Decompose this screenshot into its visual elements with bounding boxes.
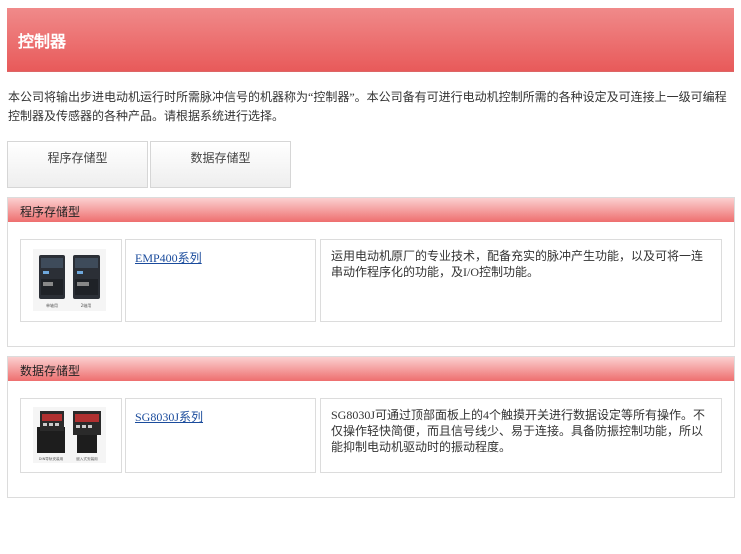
section-header: 程序存储型 [8, 198, 734, 222]
image-caption: 单轴用 [46, 302, 58, 308]
tab-data-storage[interactable]: 数据存储型 [150, 141, 291, 188]
product-description-box: SG8030J可通过顶部面板上的4个触摸开关进行数据设定等所有操作。不仅操作轻快… [320, 398, 722, 473]
emp400-product-image[interactable]: 单轴用 2轴用 [33, 249, 106, 311]
section-title: 数据存储型 [20, 364, 81, 378]
product-description: 运用电动机原厂的专业技术，配备充实的脉冲产生功能，以及可将一连串动作程序化的功能… [331, 249, 704, 279]
product-description: SG8030J可通过顶部面板上的4个触摸开关进行数据设定等所有操作。不仅操作轻快… [331, 408, 706, 454]
product-name-box: SG8030J系列 [125, 398, 316, 473]
tab-program-storage[interactable]: 程序存储型 [7, 141, 148, 188]
intro-text: 本公司将输出步进电动机运行时所需脉冲信号的机器称为“控制器”。本公司备有可进行电… [8, 90, 727, 123]
product-name-box: EMP400系列 [125, 239, 316, 322]
emp400-series-link[interactable]: EMP400系列 [135, 249, 202, 266]
image-caption: DIN导轨安装用 [39, 456, 64, 461]
sg8030j-product-image[interactable]: DIN导轨安装用 嵌入式安装用 [33, 407, 106, 463]
product-description-box: 运用电动机原厂的专业技术，配备充实的脉冲产生功能，以及可将一连串动作程序化的功能… [320, 239, 722, 322]
image-caption: 嵌入式安装用 [76, 456, 98, 461]
page-title-banner: 控制器 [7, 8, 734, 71]
section-data-storage: 数据存储型 DIN导轨安装用 嵌入式安装用 SG8030J系列 SG8030J可… [7, 356, 735, 498]
product-image-box[interactable]: 单轴用 2轴用 [20, 239, 122, 322]
section-title: 程序存储型 [20, 205, 81, 219]
image-caption: 2轴用 [81, 302, 92, 308]
product-image-box[interactable]: DIN导轨安装用 嵌入式安装用 [20, 398, 122, 473]
section-program-storage: 程序存储型 单轴用 2轴用 EMP400系列 运用电动机原厂的专业技术，配备充实… [7, 197, 735, 347]
page-title: 控制器 [18, 32, 67, 51]
tab-label: 程序存储型 [47, 151, 108, 165]
sg8030j-series-link[interactable]: SG8030J系列 [135, 408, 203, 425]
section-header: 数据存储型 [8, 357, 734, 381]
tab-label: 数据存储型 [190, 151, 251, 165]
